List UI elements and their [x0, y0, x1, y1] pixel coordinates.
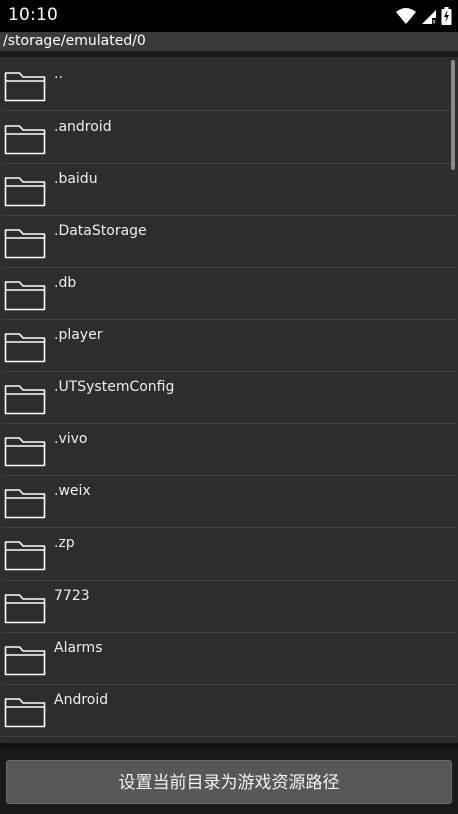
folder-icon [4, 333, 46, 363]
list-item[interactable]: .db [0, 267, 458, 319]
list-item[interactable]: .baidu [0, 163, 458, 215]
folder-icon [4, 437, 46, 467]
list-item[interactable]: Android [0, 684, 458, 736]
list-item[interactable]: .. [0, 58, 458, 110]
list-item[interactable]: .player [0, 319, 458, 371]
list-item-name: .vivo [54, 431, 88, 447]
list-item[interactable]: Alarms [0, 632, 458, 684]
battery-charging-icon [441, 7, 452, 25]
list-item[interactable]: .vivo [0, 423, 458, 475]
list-item-name: 7723 [54, 588, 90, 604]
folder-icon [4, 385, 46, 415]
list-item-name: .player [54, 327, 103, 343]
row-divider [2, 736, 456, 737]
folder-icon [4, 177, 46, 207]
bottom-separator [0, 743, 458, 749]
set-resource-path-button[interactable]: 设置当前目录为游戏资源路径 [6, 760, 452, 804]
list-item[interactable]: .weix [0, 475, 458, 527]
scrollbar-thumb[interactable] [451, 60, 455, 170]
folder-icon [4, 594, 46, 624]
list-item-name: .baidu [54, 171, 98, 187]
file-list[interactable]: .. .android .baidu .DataStorage .db .pla… [0, 57, 458, 743]
status-bar: 10:10 x [0, 0, 458, 32]
folder-icon [4, 229, 46, 259]
list-item-name: Android [54, 692, 109, 708]
list-item-name: .zp [54, 535, 75, 551]
list-item[interactable]: .android [0, 111, 458, 163]
path-bar: /storage/emulated/0 [0, 32, 458, 51]
list-item-name: .weix [54, 483, 91, 499]
list-item-name: Alarms [54, 640, 103, 656]
folder-icon [4, 698, 46, 728]
list-item-name: .db [54, 275, 77, 291]
list-item[interactable]: .DataStorage [0, 215, 458, 267]
list-item-name: .DataStorage [54, 223, 147, 239]
folder-icon [4, 72, 46, 102]
folder-icon [4, 489, 46, 519]
folder-icon [4, 646, 46, 676]
status-icons: x [395, 4, 452, 28]
bottom-panel: 设置当前目录为游戏资源路径 [0, 743, 458, 814]
folder-icon [4, 541, 46, 571]
folder-icon [4, 281, 46, 311]
current-path: /storage/emulated/0 [3, 33, 146, 49]
list-item-name: .android [54, 119, 112, 135]
list-item-name: .UTSystemConfig [54, 379, 175, 395]
list-item[interactable]: .zp [0, 527, 458, 579]
list-item[interactable]: 7723 [0, 580, 458, 632]
svg-text:x: x [432, 19, 436, 26]
status-time: 10:10 [8, 5, 58, 25]
wifi-icon [396, 8, 416, 24]
signal-icon: x [422, 10, 436, 26]
list-item-name: .. [54, 66, 63, 82]
folder-icon [4, 125, 46, 155]
list-item[interactable]: .UTSystemConfig [0, 371, 458, 423]
